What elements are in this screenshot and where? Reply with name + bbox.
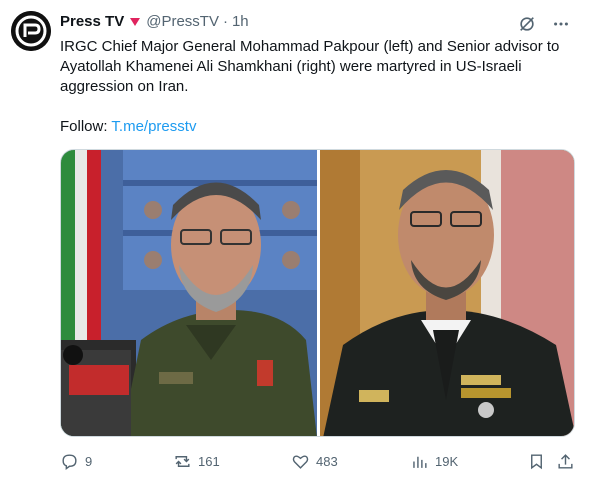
action-bar: 9 161 483 19K (60, 452, 580, 474)
timestamp[interactable]: 1h (232, 13, 249, 30)
top-actions (517, 14, 571, 34)
heart-icon (292, 455, 309, 469)
handle[interactable]: @PressTV (146, 13, 219, 30)
share-button[interactable] (556, 452, 575, 471)
telegram-link[interactable]: T.me/presstv (111, 118, 196, 135)
man-in-dark-uniform-photo[interactable] (320, 150, 575, 437)
reply-count: 9 (85, 454, 93, 469)
like-button[interactable]: 483 (291, 452, 338, 471)
tweet-header: Press TV @PressTV · 1h (60, 13, 249, 30)
follow-line: Follow: T.me/presstv (60, 117, 196, 137)
repost-button[interactable]: 161 (173, 452, 220, 471)
views-button[interactable]: 19K (410, 452, 458, 471)
avatar[interactable] (11, 11, 51, 51)
bookmark-button[interactable] (527, 452, 546, 471)
media-divider (317, 150, 320, 436)
follow-label: Follow: (60, 118, 112, 135)
more-options-icon[interactable] (551, 14, 571, 34)
reply-button[interactable]: 9 (60, 452, 92, 471)
repost-count: 161 (198, 454, 220, 469)
separator-dot: · (222, 13, 228, 30)
share-icon (558, 454, 573, 469)
repost-icon (175, 456, 190, 467)
view-count: 19K (435, 454, 459, 469)
man-in-green-uniform-photo[interactable] (61, 150, 317, 437)
bookmark-icon (531, 454, 542, 470)
views-chart-icon (413, 456, 427, 468)
press-tv-logo-icon (11, 11, 51, 51)
reply-icon (62, 454, 77, 471)
display-name[interactable]: Press TV (60, 13, 124, 30)
tweet-text: IRGC Chief Major General Mohammad Pakpou… (60, 38, 560, 95)
like-count: 483 (316, 454, 338, 469)
tweet-media[interactable] (60, 149, 575, 437)
verified-badge-icon (130, 17, 141, 26)
grok-icon[interactable] (517, 14, 537, 34)
tweet[interactable]: Press TV @PressTV · 1h IRGC Chief Major … (0, 0, 593, 482)
